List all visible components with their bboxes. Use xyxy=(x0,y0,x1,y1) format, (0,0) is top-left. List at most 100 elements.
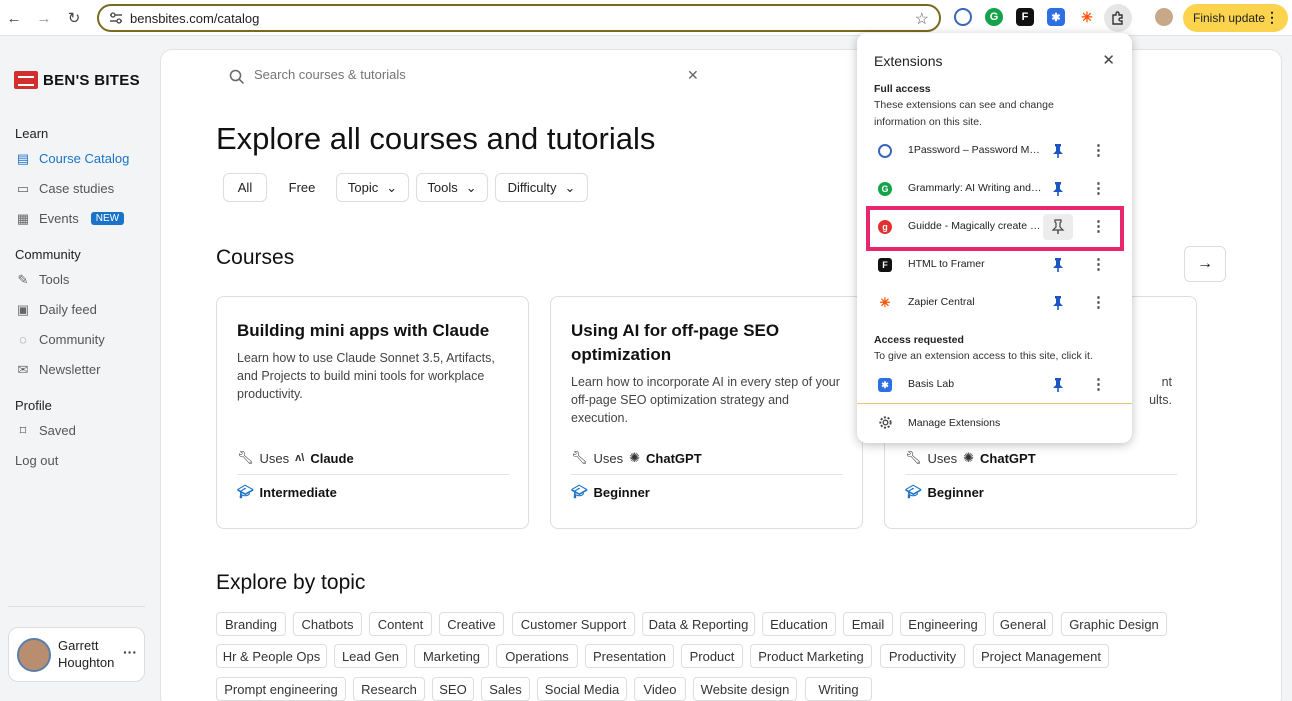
topic-chip[interactable]: Video xyxy=(634,677,686,701)
pin-icon[interactable] xyxy=(1051,377,1065,393)
sidebar-item-case-studies[interactable]: ▭ Case studies xyxy=(15,181,114,197)
grammarly-icon[interactable]: G xyxy=(985,8,1003,26)
user-card[interactable]: Garrett Houghton ··· xyxy=(8,627,145,682)
close-icon[interactable]: ✕ xyxy=(1102,51,1115,69)
uses-label: Uses xyxy=(927,450,958,466)
topic-chip[interactable]: Sales xyxy=(481,677,530,701)
address-bar[interactable]: bensbites.com/catalog ☆ xyxy=(97,4,941,32)
basis-lab-icon[interactable]: ✱ xyxy=(1047,8,1065,26)
topic-label: Customer Support xyxy=(520,616,627,632)
topic-label: Lead Gen xyxy=(341,648,400,664)
topic-chip[interactable]: Website design xyxy=(693,677,797,701)
course-tools: 🔧︎ Uses ᴧ\ Claude xyxy=(237,450,354,466)
framer-icon[interactable]: F xyxy=(1016,8,1034,26)
topic-chip[interactable]: Hr & People Ops xyxy=(216,644,327,668)
more-options-icon[interactable]: ⋮ xyxy=(1091,141,1106,159)
chevron-down-icon: ⌄ xyxy=(564,179,576,195)
topic-chip[interactable]: Presentation xyxy=(585,644,674,668)
topic-chip[interactable]: Operations xyxy=(496,644,578,668)
extension-row-grammarly[interactable]: G Grammarly: AI Writing and Grammar ⋮ xyxy=(857,170,1132,208)
sidebar-item-logout[interactable]: Log out xyxy=(15,453,58,468)
topic-chip[interactable]: SEO xyxy=(432,677,474,701)
topic-chip[interactable]: Education xyxy=(762,612,836,636)
more-options-icon[interactable]: ··· xyxy=(123,644,137,660)
topic-chip[interactable]: Research xyxy=(353,677,425,701)
search-icon xyxy=(229,69,245,85)
more-options-icon[interactable]: ⋮ xyxy=(1091,293,1106,311)
tool-name: ChatGPT xyxy=(646,450,702,466)
more-options-icon[interactable]: ⋮ xyxy=(1091,255,1106,273)
1password-icon[interactable] xyxy=(954,8,972,26)
filter-free[interactable]: Free xyxy=(279,173,325,202)
extension-row-1password[interactable]: 1Password – Password Manager ⋮ xyxy=(857,132,1132,170)
topic-chip[interactable]: Branding xyxy=(216,612,286,636)
filter-tools[interactable]: Tools ⌄ xyxy=(416,173,488,202)
topic-chip[interactable]: Lead Gen xyxy=(334,644,407,668)
topic-chip[interactable]: Project Management xyxy=(973,644,1109,668)
topic-chip[interactable]: Content xyxy=(369,612,432,636)
topic-chip[interactable]: Prompt engineering xyxy=(216,677,346,701)
manage-extensions-button[interactable]: Manage Extensions xyxy=(857,410,1132,436)
chevron-down-icon: ⌄ xyxy=(386,179,398,195)
extensions-puzzle-icon[interactable] xyxy=(1104,4,1132,32)
reload-icon[interactable]: ↻ xyxy=(64,8,84,28)
topic-chip[interactable]: Data & Reporting xyxy=(642,612,755,636)
sidebar-item-community[interactable]: ◌ Community xyxy=(15,332,105,347)
more-options-icon[interactable]: ⋮ xyxy=(1091,375,1106,393)
topic-chip[interactable]: Productivity xyxy=(880,644,965,668)
pin-icon[interactable] xyxy=(1051,257,1065,273)
pin-icon[interactable] xyxy=(1051,295,1065,311)
topic-chip[interactable]: General xyxy=(993,612,1053,636)
sidebar-item-saved[interactable]: ⌑ Saved xyxy=(15,423,76,439)
profile-section-title: Profile xyxy=(15,398,52,413)
sidebar-item-newsletter[interactable]: ✉ Newsletter xyxy=(15,362,101,378)
topic-chip[interactable]: Writing xyxy=(805,677,872,701)
sidebar-item-course-catalog[interactable]: ▤ Course Catalog xyxy=(15,151,129,167)
topic-chip[interactable]: Graphic Design xyxy=(1061,612,1167,636)
topic-chip[interactable]: Product xyxy=(681,644,743,668)
sidebar-item-daily-feed[interactable]: ▣ Daily feed xyxy=(15,301,97,318)
extension-row-basis-lab[interactable]: ✱ Basis Lab ⋮ xyxy=(857,366,1132,404)
topic-label: Product xyxy=(689,648,735,664)
search-input[interactable] xyxy=(254,67,674,82)
bookmark-star-icon[interactable]: ☆ xyxy=(915,9,929,29)
close-icon[interactable]: ✕ xyxy=(687,67,699,84)
pin-icon[interactable] xyxy=(1051,181,1065,197)
feed-icon: ▣ xyxy=(16,301,30,317)
back-icon[interactable]: ← xyxy=(4,8,24,28)
pin-icon[interactable] xyxy=(1051,143,1065,159)
topic-chip[interactable]: Marketing xyxy=(414,644,489,668)
profile-avatar[interactable] xyxy=(1155,8,1173,26)
filter-label: Free xyxy=(288,180,316,195)
uses-label: Uses xyxy=(593,450,624,466)
sidebar-item-events[interactable]: ▦ Events NEW xyxy=(15,211,125,226)
graduation-cap-icon: 🎓︎ xyxy=(905,484,922,499)
next-arrow-button[interactable]: → xyxy=(1184,246,1226,282)
course-description: Learn how to use Claude Sonnet 3.5, Arti… xyxy=(237,351,495,401)
topic-chip[interactable]: Creative xyxy=(439,612,504,636)
more-options-icon[interactable]: ⋮ xyxy=(1091,179,1106,197)
url-text[interactable]: bensbites.com/catalog xyxy=(130,11,259,26)
filter-difficulty[interactable]: Difficulty ⌄ xyxy=(495,173,588,202)
zapier-icon[interactable]: ✳ xyxy=(1078,8,1096,26)
topic-chip[interactable]: Chatbots xyxy=(293,612,362,636)
site-settings-icon[interactable] xyxy=(109,12,123,24)
topic-label: Research xyxy=(361,681,417,697)
forward-icon[interactable]: → xyxy=(34,8,54,28)
filter-all[interactable]: All xyxy=(223,173,267,202)
site-logo[interactable]: BEN'S BITES xyxy=(14,71,140,89)
extension-row-html-to-framer[interactable]: F HTML to Framer ⋮ xyxy=(857,246,1132,284)
topic-chip[interactable]: Product Marketing xyxy=(750,644,872,668)
topic-chip[interactable]: Social Media xyxy=(537,677,627,701)
finish-update-button[interactable]: Finish update ⋮ xyxy=(1183,4,1288,32)
topic-chip[interactable]: Customer Support xyxy=(512,612,635,636)
wrench-icon: 🔧︎ xyxy=(571,450,588,465)
filter-topic[interactable]: Topic ⌄ xyxy=(336,173,409,202)
topic-chip[interactable]: Engineering xyxy=(900,612,986,636)
sidebar-item-tools[interactable]: ✎ Tools xyxy=(15,272,70,288)
course-card[interactable]: Building mini apps with Claude Learn how… xyxy=(216,296,529,529)
extension-row-zapier[interactable]: ✳ Zapier Central ⋮ xyxy=(857,284,1132,322)
topic-chip[interactable]: Email xyxy=(843,612,893,636)
course-card[interactable]: Using AI for off-page SEO optimization L… xyxy=(550,296,863,529)
divider xyxy=(237,474,509,475)
